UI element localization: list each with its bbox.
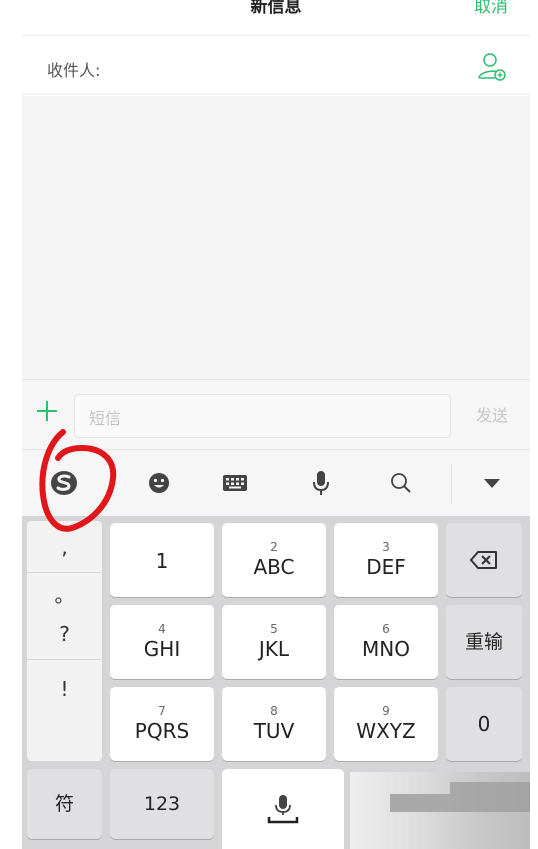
key-letters: TUV — [253, 719, 295, 743]
key-letters: PQRS — [134, 719, 190, 743]
collapse-arrow-icon[interactable] — [472, 468, 512, 498]
punctuation-column: , 。 ? ! — [27, 521, 102, 761]
blurred-region — [350, 772, 530, 849]
recipient-row[interactable]: 收件人: — [22, 37, 530, 95]
key-4-ghi[interactable]: 4 GHI — [110, 605, 214, 679]
key-number: 8 — [270, 704, 278, 718]
add-contact-icon[interactable] — [476, 51, 508, 83]
backspace-button[interactable] — [446, 523, 522, 597]
key-letters: DEF — [366, 555, 406, 579]
key-number: 2 — [270, 540, 278, 554]
messaging-screen: 新信息 取消 收件人: 短信 发送 , 。 ? ! 1 2 ABC 3 DEF … — [22, 0, 530, 849]
key-letters: 1 — [155, 549, 169, 573]
retype-label: 重输 — [464, 631, 503, 653]
header-bar: 新信息 取消 — [22, 0, 530, 36]
search-icon[interactable] — [381, 468, 421, 498]
compose-bar: 短信 发送 — [22, 379, 530, 449]
key-6-mno[interactable]: 6 MNO — [334, 605, 438, 679]
microphone-icon[interactable] — [301, 468, 341, 498]
symbol-key[interactable]: 符 — [27, 769, 102, 839]
key-letters: GHI — [143, 637, 181, 661]
key-8-tuv[interactable]: 8 TUV — [222, 687, 326, 761]
punct-key[interactable]: ! — [27, 661, 102, 716]
keyboard-icon[interactable] — [215, 468, 255, 498]
punct-key[interactable]: 。 — [27, 578, 102, 608]
plus-icon[interactable] — [35, 399, 59, 423]
key-letters: 0 — [477, 712, 491, 736]
punct-key[interactable]: ? — [27, 608, 102, 660]
backspace-icon — [470, 551, 497, 569]
emoji-icon[interactable] — [139, 468, 179, 498]
message-thread-area — [22, 96, 530, 379]
key-number: 6 — [382, 622, 390, 636]
toolbar-divider — [451, 464, 452, 504]
key-2-abc[interactable]: 2 ABC — [222, 523, 326, 597]
key-0[interactable]: 0 — [446, 687, 522, 761]
numbers-label: 123 — [143, 793, 181, 815]
page-title: 新信息 — [250, 0, 302, 17]
key-letters: JKL — [258, 637, 290, 661]
key-number: 5 — [270, 622, 278, 636]
key-9-wxyz[interactable]: 9 WXYZ — [334, 687, 438, 761]
sogou-logo-icon[interactable] — [44, 468, 84, 498]
retype-button[interactable]: 重输 — [446, 605, 522, 679]
send-button[interactable]: 发送 — [476, 402, 508, 426]
ime-toolbar — [22, 449, 530, 516]
microphone-space-icon — [267, 795, 299, 824]
key-1[interactable]: 1 — [110, 523, 214, 597]
key-number: 9 — [382, 704, 390, 718]
punct-key[interactable]: , — [27, 521, 102, 573]
symbol-label: 符 — [54, 793, 74, 815]
cancel-button[interactable]: 取消 — [474, 0, 508, 17]
key-letters: WXYZ — [356, 719, 416, 743]
t9-keyboard: , 。 ? ! 1 2 ABC 3 DEF 4 GHI 5 JKL 6 MNO … — [22, 516, 530, 849]
key-7-pqrs[interactable]: 7 PQRS — [110, 687, 214, 761]
message-input[interactable]: 短信 — [74, 394, 451, 438]
key-number: 7 — [158, 704, 166, 718]
key-number: 3 — [382, 540, 390, 554]
key-number: 4 — [158, 622, 166, 636]
key-letters: MNO — [362, 637, 410, 661]
space-key[interactable] — [222, 769, 344, 849]
key-3-def[interactable]: 3 DEF — [334, 523, 438, 597]
key-letters: ABC — [253, 555, 295, 579]
key-5-jkl[interactable]: 5 JKL — [222, 605, 326, 679]
numbers-key[interactable]: 123 — [110, 769, 214, 839]
recipient-label: 收件人: — [47, 61, 101, 80]
